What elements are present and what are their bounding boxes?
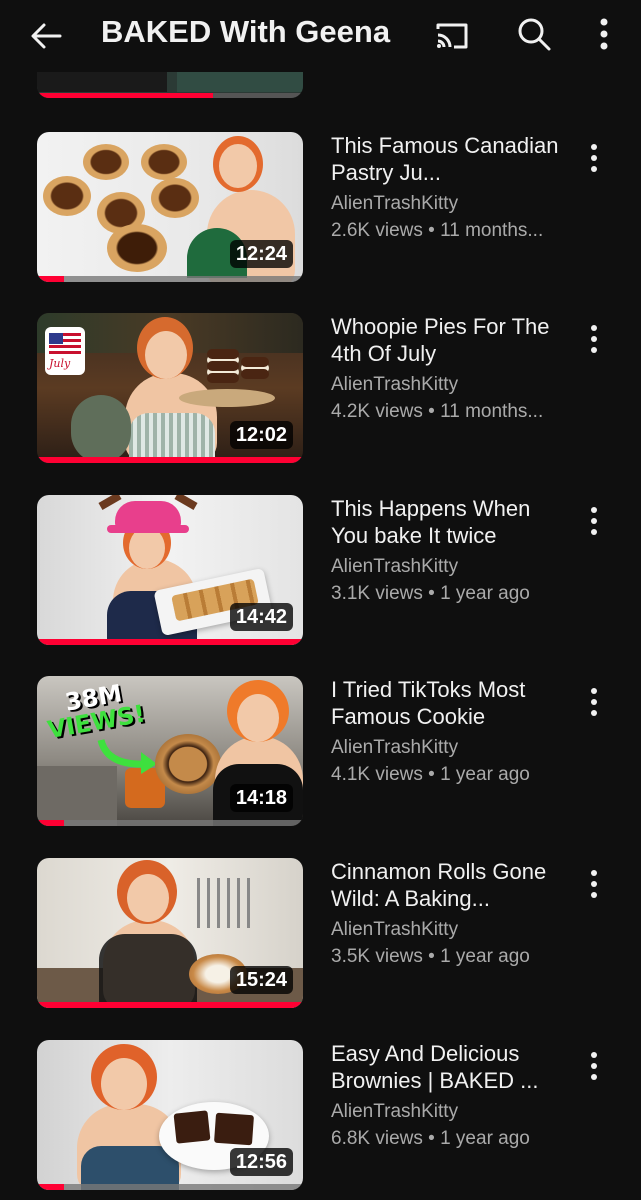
video-duration: 14:42 bbox=[229, 603, 293, 631]
views-badge: 38M VIEWS! bbox=[45, 679, 148, 745]
video-thumbnail[interactable]: July 12:02 bbox=[37, 313, 303, 463]
video-title[interactable]: Cinnamon Rolls Gone Wild: A Baking... bbox=[331, 858, 571, 912]
page-title: BAKED With Geena bbox=[101, 14, 391, 49]
video-title[interactable]: Whoopie Pies For The 4th Of July bbox=[331, 313, 571, 367]
video-thumbnail[interactable]: 15:24 bbox=[37, 858, 303, 1008]
more-vert-icon[interactable] bbox=[583, 503, 605, 539]
video-title[interactable]: Easy And Delicious Brownies | BAKED ... bbox=[331, 1040, 571, 1094]
video-thumbnail[interactable]: 12:56 bbox=[37, 1040, 303, 1190]
video-stats: 2.6K views • 11 months... bbox=[331, 220, 544, 241]
more-vert-icon[interactable] bbox=[583, 140, 605, 176]
more-vert-icon[interactable] bbox=[586, 14, 622, 54]
video-list-item[interactable]: July 12:02 Whoopie Pies For The 4th Of J… bbox=[0, 313, 641, 463]
watch-progress-bar bbox=[37, 93, 303, 98]
app-bar: BAKED With Geena bbox=[0, 0, 641, 72]
video-duration: 12:02 bbox=[229, 421, 293, 449]
video-duration: 14:18 bbox=[229, 784, 293, 812]
video-duration: 12:56 bbox=[229, 1148, 293, 1176]
watch-progress-bar bbox=[37, 1002, 303, 1008]
more-vert-icon[interactable] bbox=[583, 866, 605, 902]
more-vert-icon[interactable] bbox=[583, 1048, 605, 1084]
search-icon[interactable] bbox=[514, 14, 554, 54]
video-title[interactable]: I Tried TikToks Most Famous Cookie bbox=[331, 676, 571, 730]
video-thumbnail[interactable]: 12:24 bbox=[37, 132, 303, 282]
video-stats: 3.5K views • 1 year ago bbox=[331, 946, 530, 967]
video-list-item[interactable]: 15:24 Cinnamon Rolls Gone Wild: A Baking… bbox=[0, 858, 641, 1008]
video-title[interactable]: This Famous Canadian Pastry Ju... bbox=[331, 132, 571, 186]
channel-name: AlienTrashKitty bbox=[331, 919, 459, 940]
channel-name: AlienTrashKitty bbox=[331, 374, 459, 395]
video-stats: 6.8K views • 1 year ago bbox=[331, 1128, 530, 1149]
watch-progress-bar bbox=[37, 276, 303, 282]
video-title[interactable]: This Happens When You bake It twice bbox=[331, 495, 571, 549]
video-list-item[interactable]: 12:56 Easy And Delicious Brownies | BAKE… bbox=[0, 1040, 641, 1190]
video-list-item[interactable]: 14:42 This Happens When You bake It twic… bbox=[0, 495, 641, 645]
more-vert-icon[interactable] bbox=[583, 321, 605, 357]
video-duration: 15:24 bbox=[229, 966, 293, 994]
watch-progress-bar bbox=[37, 639, 303, 645]
video-thumbnail[interactable]: 14:42 bbox=[37, 495, 303, 645]
channel-name: AlienTrashKitty bbox=[331, 1101, 459, 1122]
watch-progress-bar bbox=[37, 1184, 303, 1190]
channel-name: AlienTrashKitty bbox=[331, 556, 459, 577]
video-stats: 3.1K views • 1 year ago bbox=[331, 583, 530, 604]
video-stats: 4.2K views • 11 months... bbox=[331, 401, 544, 422]
channel-name: AlienTrashKitty bbox=[331, 737, 459, 758]
cast-icon[interactable] bbox=[432, 16, 472, 56]
video-thumbnail[interactable]: 38M VIEWS! 14:18 bbox=[37, 676, 303, 826]
video-duration: 12:24 bbox=[229, 240, 293, 268]
video-list-item[interactable]: 12:24 This Famous Canadian Pastry Ju... … bbox=[0, 132, 641, 282]
arrow-left-icon[interactable] bbox=[26, 16, 66, 56]
watch-progress-bar bbox=[37, 457, 303, 463]
video-list-item[interactable]: 38M VIEWS! 14:18 I Tried TikToks Most Fa… bbox=[0, 676, 641, 826]
channel-name: AlienTrashKitty bbox=[331, 193, 459, 214]
video-stats: 4.1K views • 1 year ago bbox=[331, 764, 530, 785]
more-vert-icon[interactable] bbox=[583, 684, 605, 720]
july-badge: July bbox=[49, 357, 71, 370]
watch-progress-bar bbox=[37, 820, 303, 826]
